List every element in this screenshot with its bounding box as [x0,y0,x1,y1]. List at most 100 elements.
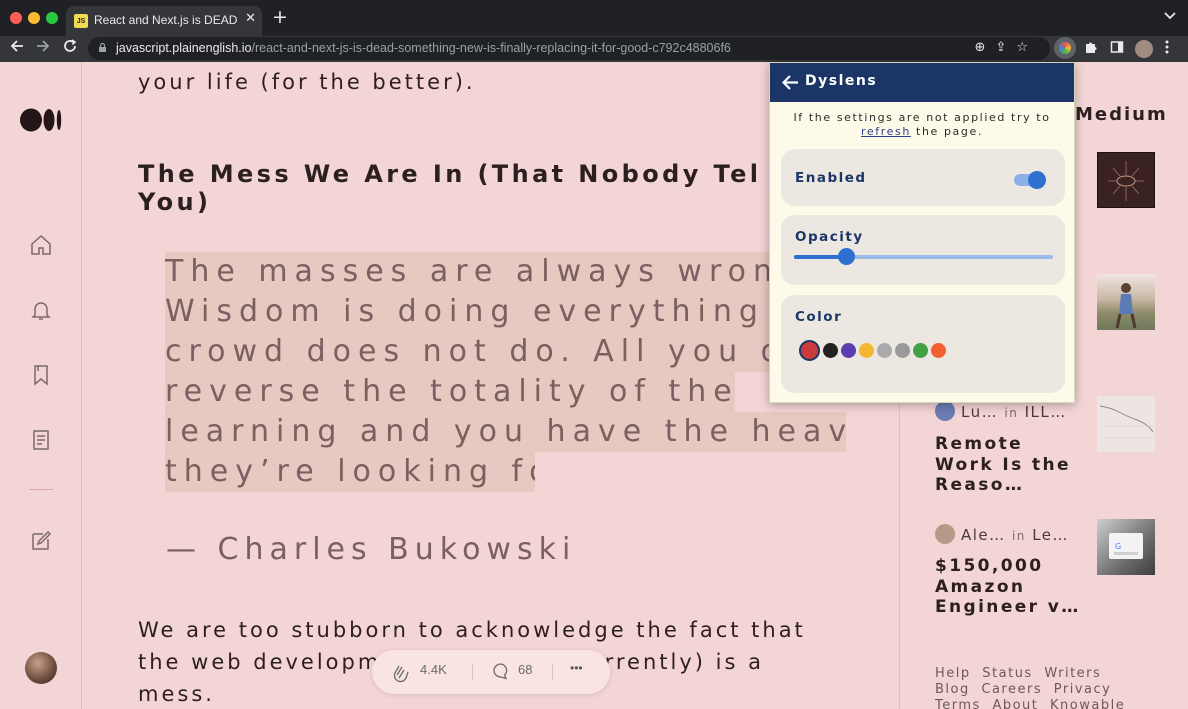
star-icon[interactable]: ☆ [1016,40,1038,55]
slider-handle[interactable] [837,248,855,265]
zoom-icon[interactable]: ⊕ [975,40,996,55]
window-minimize-button[interactable] [28,12,40,24]
tab-search-chevron-icon[interactable] [1164,10,1176,23]
footer-link-blog[interactable]: Blog [935,682,970,697]
quote-line: crowd does not do. All you do [165,332,775,372]
more-menu-icon[interactable] [1165,40,1169,58]
heading-line-1: The Mess We Are In (That Nobody Tel [138,160,762,188]
svg-text:G: G [1115,542,1121,551]
tab-title: React and Next.js is DEAD — Something Ne… [94,13,240,27]
reload-icon[interactable] [63,39,77,57]
forward-arrow-icon[interactable] [36,39,50,57]
section-heading: The Mess We Are In (That Nobody Tel You) [138,160,858,216]
color-swatch[interactable] [877,343,892,358]
color-swatch[interactable] [841,343,856,358]
intro-paragraph-tail: your life (for the better). [138,70,476,94]
color-swatch[interactable] [859,343,874,358]
story-thumbnail[interactable] [1097,274,1155,330]
write-icon[interactable] [29,529,53,553]
story-title[interactable]: $150,000 Amazon Engineer v… [935,556,1085,618]
footer-link-about[interactable]: About [992,698,1038,709]
side-panel-icon[interactable] [1110,40,1124,58]
refresh-link[interactable]: refresh [861,125,911,138]
story-thumbnail[interactable]: G [1097,519,1155,575]
footer-link-terms[interactable]: Terms [935,698,981,709]
responses-icon[interactable] [492,662,510,680]
quote-line: they’re looking for. [165,452,535,492]
more-options-icon[interactable]: ••• [570,661,583,675]
back-arrow-icon[interactable] [782,74,799,91]
popup-title: Dyslens [805,73,878,89]
window-zoom-button[interactable] [46,12,58,24]
story-thumbnail[interactable] [1097,396,1155,452]
footer-links: Help Status Writers Blog Careers Privacy… [935,666,1145,709]
user-avatar[interactable] [25,652,57,684]
opacity-label: Opacity [795,229,864,245]
rail-divider [29,489,53,490]
popup-header: Dyslens [770,63,1074,102]
toggle-knob [1028,171,1046,189]
stories-document-icon[interactable] [29,428,53,452]
story-thumbnail[interactable] [1097,152,1155,208]
window-close-button[interactable] [10,12,22,24]
action-divider [472,664,473,680]
omnibox-actions: ⊕⇪☆ [975,40,1038,55]
color-swatch[interactable] [823,343,838,358]
opacity-slider[interactable] [794,248,1053,265]
dyslens-extension-icon[interactable] [1054,37,1076,59]
color-swatch[interactable] [931,343,946,358]
author-avatar [935,524,955,544]
close-tab-icon[interactable]: ✕ [245,11,256,26]
author-avatar [935,401,955,421]
block-quote: The masses are always wrong. Wisdom is d… [165,252,846,492]
share-icon[interactable]: ⇪ [995,40,1016,55]
footer-link-privacy[interactable]: Privacy [1054,682,1112,697]
clap-icon[interactable] [390,661,412,683]
back-arrow-icon[interactable] [10,39,24,57]
enabled-card: Enabled [781,149,1065,206]
sidebar-heading-fragment: Medium [1075,104,1168,125]
medium-logo-icon[interactable] [20,108,62,132]
dyslens-popup: Dyslens If the settings are not applied … [769,62,1075,403]
browser-tab-active[interactable]: JS React and Next.js is DEAD — Something… [66,6,262,36]
browser-toolbar: javascript.plainenglish.io/react-and-nex… [0,36,1188,62]
notifications-bell-icon[interactable] [29,298,53,322]
opacity-card: Opacity [781,215,1065,285]
response-count: 68 [518,662,533,677]
quote-attribution: — Charles Bukowski [166,532,577,567]
action-divider [552,664,553,680]
left-navigation-rail [0,62,82,709]
footer-link-status[interactable]: Status [982,666,1032,681]
quote-line: learning and you have the heaven [165,412,846,452]
quote-line: The masses are always wrong. [165,252,775,292]
color-swatch[interactable] [913,343,928,358]
story-byline[interactable]: Lu… in ILL… [935,401,1067,421]
color-card: Color [781,295,1065,393]
article-action-bar: 4.4K 68 ••• [372,650,610,694]
quote-line: reverse the totality of their [165,372,735,412]
color-swatch[interactable] [895,343,910,358]
enabled-label: Enabled [795,170,867,186]
home-icon[interactable] [29,233,53,257]
lock-icon [99,43,106,52]
address-bar[interactable]: javascript.plainenglish.io/react-and-nex… [88,37,1050,60]
refresh-hint: If the settings are not applied try to r… [793,111,1051,138]
puzzle-icon[interactable] [1084,40,1098,58]
heading-line-2: You) [138,188,212,216]
color-label: Color [795,309,843,325]
footer-link-writers[interactable]: Writers [1044,666,1101,681]
browser-tab-bar: JS React and Next.js is DEAD — Something… [0,0,1188,36]
color-swatch[interactable] [799,340,820,361]
quote-line: Wisdom is doing everything th [165,292,775,332]
footer-link-knowable[interactable]: Knowable [1050,698,1125,709]
story-byline[interactable]: Ale… in Le… [935,524,1069,544]
profile-avatar[interactable] [1135,40,1153,58]
footer-link-careers[interactable]: Careers [981,682,1042,697]
enabled-toggle[interactable] [1014,171,1046,189]
javascript-favicon-icon: JS [74,14,88,28]
footer-link-help[interactable]: Help [935,666,971,681]
bookmarks-icon[interactable] [29,363,53,387]
story-title[interactable]: Remote Work Is the Reaso… [935,434,1085,496]
new-tab-button[interactable]: + [272,7,288,27]
url-text: javascript.plainenglish.io/react-and-nex… [116,41,731,55]
